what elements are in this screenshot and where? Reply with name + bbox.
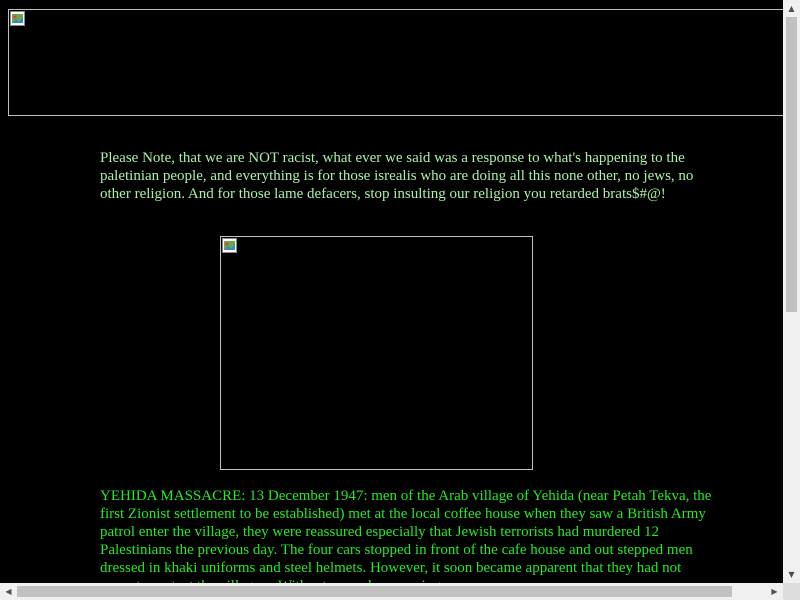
vertical-scrollbar[interactable]: ▲ ▼: [783, 0, 800, 583]
disclaimer-note: Please Note, that we are NOT racist, wha…: [100, 150, 694, 202]
horizontal-scroll-thumb[interactable]: [17, 586, 732, 597]
scroll-right-arrow-icon[interactable]: ▶: [766, 583, 783, 600]
scroll-left-arrow-icon[interactable]: ◀: [0, 583, 17, 600]
scrollbar-corner: [783, 583, 800, 600]
scroll-down-arrow-icon[interactable]: ▼: [783, 566, 800, 583]
page-viewport: Please Note, that we are NOT racist, wha…: [0, 0, 783, 583]
vertical-scroll-thumb[interactable]: [786, 17, 797, 312]
figure-image: [220, 236, 533, 470]
broken-image-icon: [10, 11, 25, 26]
article-paragraph: YEHIDA MASSACRE: 13 December 1947: men o…: [100, 488, 712, 583]
banner-image: [8, 9, 783, 116]
horizontal-scrollbar[interactable]: ◀ ▶: [0, 583, 783, 600]
broken-image-icon: [222, 238, 237, 253]
scroll-up-arrow-icon[interactable]: ▲: [783, 0, 800, 17]
